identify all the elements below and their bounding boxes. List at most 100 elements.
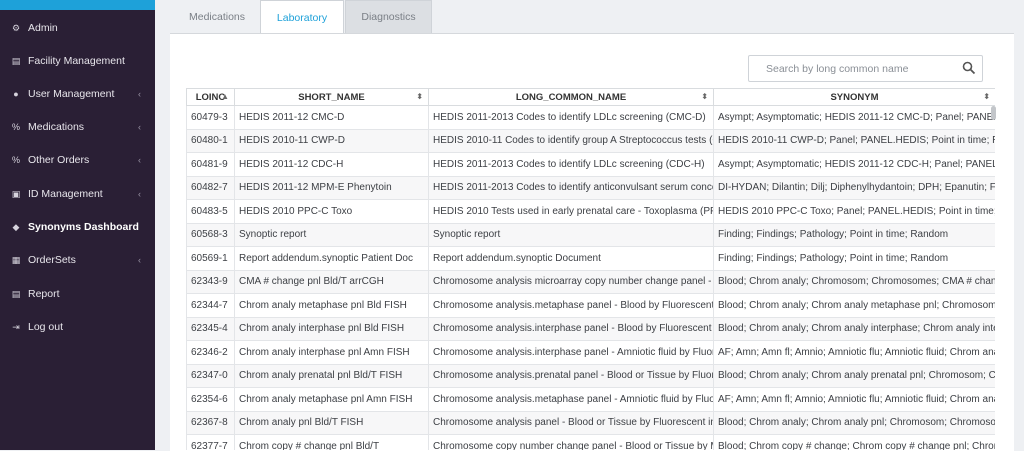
cell-loinc: 62344-7 [186,293,235,318]
tags-icon: ◆ [12,221,20,232]
sidebar-item-report[interactable]: ▤ Report [0,284,155,304]
cell-long-common-name: Chromosome copy number change panel - Bl… [428,434,714,450]
table-row[interactable]: 60479-3 HEDIS 2011-12 CMC-D HEDIS 2011-201… [186,105,995,130]
cell-short-name: CMA # change pnl Bld/T arrCGH [234,269,429,294]
cell-short-name: Chrom analy prenatal pnl Bld/T FISH [234,363,429,388]
gear-icon: ⚙ [11,22,21,33]
cell-short-name: Chrom analy metaphase pnl Bld FISH [234,293,429,318]
cell-loinc: 60481-9 [186,152,235,177]
sidebar-item-medications[interactable]: % Medications ‹ [0,117,155,137]
sidebar-item-synonyms-dashboard[interactable]: ◆ Synonyms Dashboard [0,217,155,237]
tab-diagnostics[interactable]: Diagnostics [345,0,432,33]
chevron-left-icon[interactable]: ‹ [138,122,141,132]
chevron-left-icon[interactable]: ‹ [138,155,141,165]
sidebar-accent-bar [0,0,155,10]
cell-long-common-name: HEDIS 2011-2013 Codes to identify LDLc s… [428,152,714,177]
table-row[interactable]: 60568-3 Synoptic report Synoptic report Fin… [186,222,995,247]
sort-icon[interactable]: ⬍ [983,92,990,101]
id-card-icon: ▣ [11,188,21,199]
column-header-short-name[interactable]: SHORT_NAME ⬍ [234,88,429,106]
chevron-left-icon[interactable]: ‹ [138,255,141,265]
cell-short-name: Synoptic report [234,222,429,247]
cell-synonym: Blood; Chrom analy; Chrom analy interpha… [713,316,995,341]
cell-short-name: Chrom analy pnl Bld/T FISH [234,410,429,435]
cell-long-common-name: Chromosome analysis.interphase panel - A… [428,340,714,365]
search-input[interactable] [764,61,968,76]
sidebar-item-id-management[interactable]: ▣ ID Management ‹ [0,184,155,204]
tab-medications[interactable]: Medications [173,0,261,33]
sidebar-item-ordersets[interactable]: ▦ OrderSets ‹ [0,250,155,270]
cell-synonym: Asympt; Asymptomatic; HEDIS 2011-12 CMC-… [713,105,995,130]
cell-short-name: HEDIS 2011-12 CMC-D [234,105,429,130]
sidebar-item-label: Synonyms Dashboard [28,221,139,233]
table-row[interactable]: 62343-9 CMA # change pnl Bld/T arrCGH Chro… [186,269,995,294]
cell-loinc: 62346-2 [186,340,235,365]
cell-long-common-name: Chromosome analysis panel - Blood or Tis… [428,410,714,435]
sidebar-item-log-out[interactable]: ⇥ Log out [0,317,155,337]
sort-icon[interactable]: ▲ [221,92,229,101]
building-icon: ▤ [11,55,21,66]
cell-long-common-name: HEDIS 2011-2013 Codes to identify LDLc s… [428,105,714,130]
table-row[interactable]: 60483-5 HEDIS 2010 PPC-C Toxo HEDIS 2010 T… [186,199,995,224]
sidebar-item-facility-management[interactable]: ▤ Facility Management [0,51,155,71]
cell-long-common-name: Report addendum.synoptic Document [428,246,714,271]
report-icon: ▤ [11,288,21,299]
table-row[interactable]: 62346-2 Chrom analy interphase pnl Amn FI… [186,340,995,365]
cell-loinc: 62343-9 [186,269,235,294]
sidebar-item-other-orders[interactable]: % Other Orders ‹ [0,150,155,170]
cell-loinc: 62354-6 [186,387,235,412]
cell-synonym: Finding; Findings; Pathology; Point in t… [713,222,995,247]
table-row[interactable]: 62345-4 Chrom analy interphase pnl Bld FI… [186,316,995,341]
cell-loinc: 62367-8 [186,410,235,435]
search-icon[interactable] [962,61,976,80]
table-row[interactable]: 60569-1 Report addendum.synoptic Patient … [186,246,995,271]
sidebar-item-user-management[interactable]: ● User Management ‹ [0,84,155,104]
table-row[interactable]: 62367-8 Chrom analy pnl Bld/T FISH Chromos… [186,410,995,435]
table-row[interactable]: 62354-6 Chrom analy metaphase pnl Amn FIS… [186,387,995,412]
cell-long-common-name: HEDIS 2011-2013 Codes to identify antico… [428,175,714,200]
column-header-long-common-name[interactable]: LONG_COMMON_NAME ⬍ [428,88,714,106]
chevron-left-icon[interactable]: ‹ [138,89,141,99]
sort-icon[interactable]: ⬍ [416,92,423,101]
column-header-label: LONG_COMMON_NAME [515,91,627,103]
sidebar-item-label: User Management [28,88,115,100]
cell-short-name: Chrom analy interphase pnl Bld FISH [234,316,429,341]
table-row[interactable]: 60481-9 HEDIS 2011-12 CDC-H HEDIS 2011-201… [186,152,995,177]
cell-synonym: Blood; Chrom analy; Chrom analy prenatal… [713,363,995,388]
chevron-left-icon[interactable]: ‹ [138,189,141,199]
table-row[interactable]: 60482-7 HEDIS 2011-12 MPM-E Phenytoin HEDI… [186,175,995,200]
search-box [748,55,983,82]
table-scrollbar[interactable] [991,106,996,120]
cell-synonym: Finding; Findings; Pathology; Point in t… [713,246,995,271]
tab-laboratory[interactable]: Laboratory [260,0,344,34]
sidebar-item-label: Admin [28,22,58,34]
cell-loinc: 60568-3 [186,222,235,247]
table-row[interactable]: 60480-1 HEDIS 2010-11 CWP-D HEDIS 2010-11 … [186,128,995,153]
sidebar-item-label: Other Orders [28,154,90,166]
sort-icon[interactable]: ⬍ [701,92,708,101]
column-header-loinc[interactable]: LOINC ▲ [186,88,235,106]
column-header-synonym[interactable]: SYNONYM ⬍ [713,88,995,106]
sidebar-item-label: ID Management [28,188,103,200]
cell-long-common-name: Chromosome analysis.interphase panel - B… [428,316,714,341]
cell-loinc: 60483-5 [186,199,235,224]
sidebar-item-label: Report [28,288,60,300]
cell-loinc: 62347-0 [186,363,235,388]
grid-icon: ▦ [11,254,21,265]
table-row[interactable]: 62344-7 Chrom analy metaphase pnl Bld FIS… [186,293,995,318]
cell-synonym: Blood; Chrom copy # change; Chrom copy #… [713,434,995,450]
sidebar-item-admin[interactable]: ⚙ Admin [0,18,155,38]
cell-loinc: 62345-4 [186,316,235,341]
user-icon: ● [13,89,19,99]
cell-long-common-name: Chromosome analysis.metaphase panel - Bl… [428,293,714,318]
sidebar-item-label: OrderSets [28,254,76,266]
cell-loinc: 60482-7 [186,175,235,200]
sidebar: ⚙ Admin ▤ Facility Management ● User Manageme… [0,0,155,450]
table-row[interactable]: 62377-7 Chrom copy # change pnl Bld/T Chro… [186,434,995,450]
cell-synonym: Asympt; Asymptomatic; HEDIS 2011-12 CDC-… [713,152,995,177]
pill-icon: % [11,122,20,132]
cell-synonym: Blood; Chrom analy; Chrom analy pnl; Chr… [713,410,995,435]
cell-short-name: HEDIS 2010-11 CWP-D [234,128,429,153]
cell-short-name: HEDIS 2011-12 MPM-E Phenytoin [234,175,429,200]
table-row[interactable]: 62347-0 Chrom analy prenatal pnl Bld/T FI… [186,363,995,388]
